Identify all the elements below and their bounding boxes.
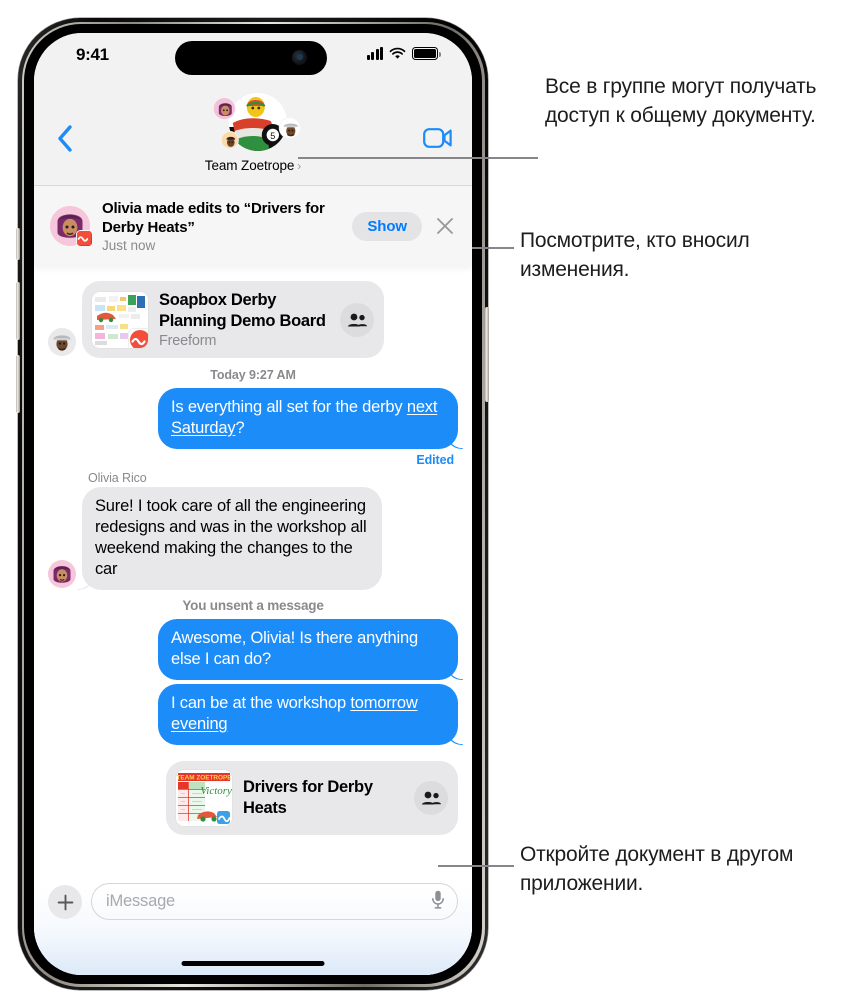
front-camera-lens-icon xyxy=(296,54,303,60)
group-header[interactable]: 5 Team Zoetrope › xyxy=(205,93,301,173)
svg-text:Victory!: Victory! xyxy=(200,785,232,797)
group-title-label: Team Zoetrope xyxy=(204,158,295,173)
message-bubble[interactable]: Sure! I took care of all the engineering… xyxy=(82,487,382,590)
ring-silent-switch[interactable] xyxy=(16,228,20,260)
chevron-right-icon: › xyxy=(297,158,302,173)
member-avatar-third xyxy=(221,131,239,149)
wifi-icon xyxy=(389,47,406,59)
volume-up-button[interactable] xyxy=(16,282,20,340)
microphone-icon[interactable] xyxy=(431,889,445,914)
avatar xyxy=(48,328,76,356)
message-row-attachment-top[interactable]: Soapbox Derby Planning Demo Board Freefo… xyxy=(48,281,458,358)
freeform-board-thumbnail xyxy=(92,291,148,348)
freeform-app-badge xyxy=(76,230,93,247)
attachment-card-numbers[interactable]: TEAM ZOETROPE Victory Drivers for Derby … xyxy=(166,761,458,835)
callout-1: Все в группе могут получать доступ к общ… xyxy=(545,75,817,127)
group-avatar[interactable]: 5 xyxy=(205,93,301,155)
notification-title: Olivia made edits to “Drivers for Derby … xyxy=(102,200,325,236)
attachment-app-name: Freeform xyxy=(159,333,217,349)
leader-line-1 xyxy=(298,157,538,159)
callout-3: Откройте документ в другом приложении. xyxy=(520,843,794,895)
svg-text:5: 5 xyxy=(270,131,275,141)
close-icon[interactable] xyxy=(432,213,458,239)
message-bubble[interactable]: I can be at the workshop tomorrow evenin… xyxy=(158,684,458,745)
back-chevron-icon[interactable] xyxy=(48,121,82,155)
notification-text: Olivia made edits to “Drivers for Derby … xyxy=(102,199,352,253)
group-title[interactable]: Team Zoetrope › xyxy=(204,158,302,173)
battery-full-icon xyxy=(412,47,441,60)
message-list[interactable]: Soapbox Derby Planning Demo Board Freefo… xyxy=(34,186,472,975)
attachment-title: Soapbox Derby Planning Demo Board xyxy=(159,291,326,330)
attachment-card-freeform[interactable]: Soapbox Derby Planning Demo Board Freefo… xyxy=(82,281,384,358)
people-collaboration-icon[interactable] xyxy=(340,302,374,337)
home-indicator[interactable] xyxy=(181,961,325,966)
member-avatar-teammate xyxy=(279,117,301,139)
screenshot-root: 9:41 5 Team Zoetrope › Soapbox Derby Pla… xyxy=(0,0,843,1008)
message-bubble[interactable]: Awesome, Olivia! Is there anything else … xyxy=(158,619,458,680)
message-bubble[interactable]: Is everything all set for the derby next… xyxy=(158,388,458,449)
message-row-outgoing[interactable]: Awesome, Olivia! Is there anything else … xyxy=(48,619,458,680)
phone-screen: 9:41 5 Team Zoetrope › Soapbox Derby Pla… xyxy=(34,33,472,975)
power-button[interactable] xyxy=(485,307,489,402)
numbers-spreadsheet-thumbnail: TEAM ZOETROPE Victory xyxy=(176,770,232,826)
show-button[interactable]: Show xyxy=(352,211,422,241)
message-compose-bar[interactable]: iMessage xyxy=(34,867,472,975)
message-text: Sure! I took care of all the engineering… xyxy=(95,497,367,578)
attachment-meta: Soapbox Derby Planning Demo Board Freefo… xyxy=(159,290,340,349)
callout-2: Посмотрите, кто вносил изменения. xyxy=(520,229,750,281)
unsent-message-note: You unsent a message xyxy=(182,598,324,613)
signal-bars-icon xyxy=(366,47,383,60)
message-row-outgoing[interactable]: Is everything all set for the derby next… xyxy=(48,388,458,449)
edited-badge[interactable]: Edited xyxy=(48,453,454,467)
search-input[interactable]: iMessage xyxy=(91,883,458,920)
message-text: Is everything all set for the derby xyxy=(171,398,407,416)
message-text-tail: ? xyxy=(235,419,245,437)
people-collaboration-icon[interactable] xyxy=(414,781,448,815)
svg-text:TEAM ZOETROPE: TEAM ZOETROPE xyxy=(176,775,232,782)
notification-banner[interactable]: Olivia made edits to “Drivers for Derby … xyxy=(34,186,472,266)
message-row-incoming[interactable]: Sure! I took care of all the engineering… xyxy=(48,487,458,590)
freeform-app-icon xyxy=(128,327,148,348)
message-text: I can be at the workshop xyxy=(171,694,351,712)
olivia-memoji-avatar xyxy=(50,206,93,247)
attachment-meta: Drivers for Derby Heats xyxy=(243,777,414,819)
video-camera-icon[interactable] xyxy=(418,121,458,155)
message-row-attachment-bottom[interactable]: TEAM ZOETROPE Victory Drivers for Derby … xyxy=(48,761,458,835)
status-clock: 9:41 xyxy=(76,45,109,64)
notification-time: Just now xyxy=(102,238,156,253)
attachment-title: Drivers for Derby Heats xyxy=(243,778,373,817)
volume-down-button[interactable] xyxy=(16,355,20,413)
message-row-outgoing[interactable]: I can be at the workshop tomorrow evenin… xyxy=(48,684,458,745)
conversation-header: 5 Team Zoetrope › xyxy=(34,81,472,186)
plus-icon[interactable] xyxy=(48,885,82,919)
message-sender-name: Olivia Rico xyxy=(88,471,147,485)
status-bar: 9:41 xyxy=(34,33,472,81)
avatar xyxy=(48,560,76,588)
message-timestamp: Today 9:27 AM xyxy=(210,368,296,382)
message-text: Awesome, Olivia! Is there anything else … xyxy=(171,629,418,668)
message-input-placeholder: iMessage xyxy=(106,892,176,910)
status-indicators xyxy=(366,47,441,60)
